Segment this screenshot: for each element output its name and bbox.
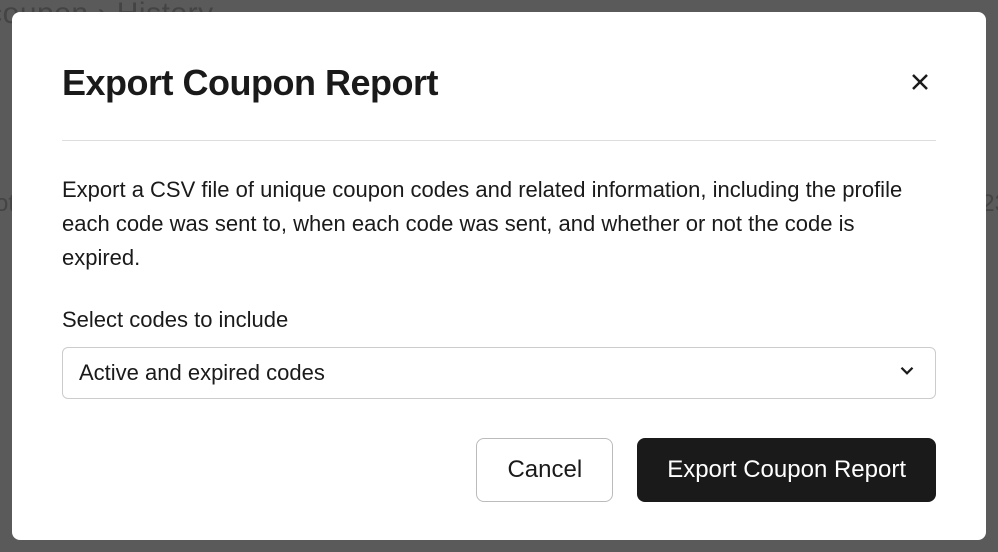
- modal-title: Export Coupon Report: [62, 62, 438, 104]
- modal-footer: Cancel Export Coupon Report: [62, 418, 936, 502]
- codes-select[interactable]: Active and expired codes: [62, 347, 936, 399]
- select-codes-label: Select codes to include: [62, 307, 936, 333]
- select-wrapper: Active and expired codes: [62, 347, 936, 399]
- modal-body: Export a CSV file of unique coupon codes…: [62, 141, 936, 418]
- modal-header: Export Coupon Report: [62, 62, 936, 141]
- export-button[interactable]: Export Coupon Report: [637, 438, 936, 502]
- export-coupon-modal: Export Coupon Report Export a CSV file o…: [12, 12, 986, 540]
- cancel-button[interactable]: Cancel: [476, 438, 613, 502]
- close-icon: [908, 70, 932, 97]
- close-button[interactable]: [904, 66, 936, 101]
- modal-description: Export a CSV file of unique coupon codes…: [62, 173, 936, 275]
